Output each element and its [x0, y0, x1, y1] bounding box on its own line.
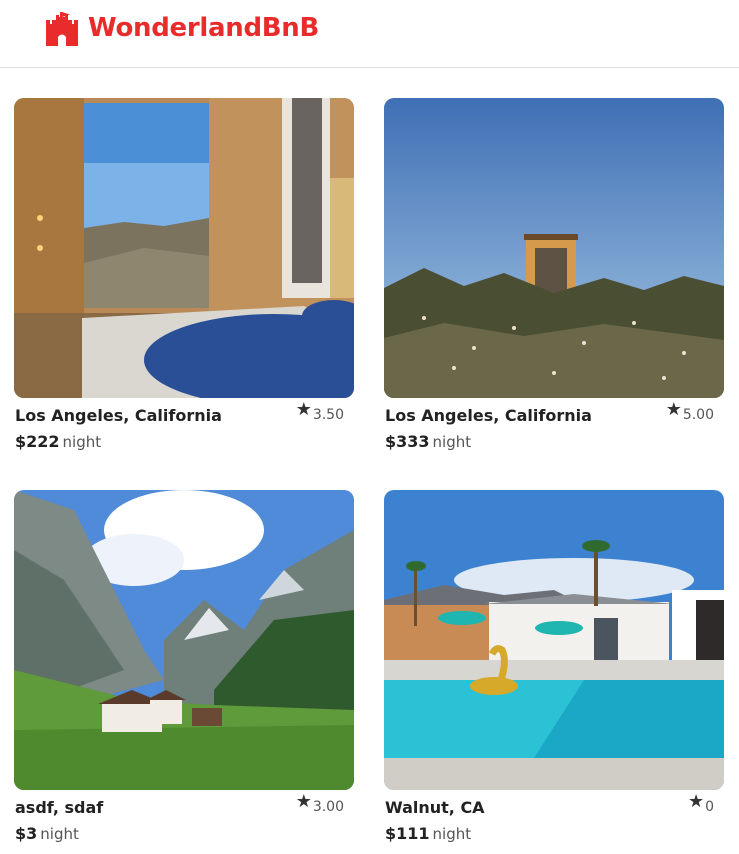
listing-image [384, 490, 724, 790]
price-unit: night [40, 825, 79, 843]
price-amount: $333 [385, 432, 430, 451]
listing-card[interactable]: asdf, sdaf ★ 3.00 $3 night [14, 490, 354, 852]
listing-rating: ★ 0 [687, 791, 714, 816]
listing-price: $222 night [15, 432, 101, 451]
price-unit: night [432, 433, 472, 451]
brand-name: WonderlandBnB [88, 13, 320, 43]
rating-value: 5.00 [682, 407, 714, 423]
listing-card[interactable]: Los Angeles, California ★ 5.00 $333 night [384, 98, 724, 460]
listing-price: $3 night [15, 824, 79, 843]
listing-image [14, 98, 354, 398]
price-amount: $222 [15, 432, 60, 451]
listing-image [14, 490, 354, 790]
listing-image [384, 98, 724, 398]
listing-price: $333 night [385, 432, 471, 451]
listing-card[interactable]: Walnut, CA ★ 0 $111 night [384, 490, 724, 852]
listing-card[interactable]: Los Angeles, California ★ 3.50 $222 night [14, 98, 354, 460]
star-icon: ★ [665, 399, 682, 420]
rating-value: 3.50 [312, 407, 344, 423]
top-nav: WonderlandBnB [0, 0, 739, 68]
listing-location: Los Angeles, California [15, 406, 222, 425]
castle-icon [44, 10, 80, 46]
listing-rating: ★ 3.00 [295, 791, 344, 816]
listing-rating: ★ 3.50 [295, 399, 344, 424]
listing-location: asdf, sdaf [15, 798, 104, 817]
listing-rating: ★ 5.00 [665, 399, 714, 424]
rating-value: 0 [705, 799, 714, 815]
price-amount: $3 [15, 824, 38, 843]
price-unit: night [62, 433, 102, 451]
home-logo-link[interactable]: WonderlandBnB [44, 9, 319, 47]
listing-location: Los Angeles, California [385, 406, 592, 425]
star-icon: ★ [295, 399, 312, 420]
star-icon: ★ [687, 791, 705, 812]
star-icon: ★ [295, 791, 312, 812]
rating-value: 3.00 [312, 799, 344, 815]
listing-price: $111 night [385, 824, 471, 843]
listing-location: Walnut, CA [385, 798, 485, 817]
price-amount: $111 [385, 824, 430, 843]
price-unit: night [432, 825, 472, 843]
